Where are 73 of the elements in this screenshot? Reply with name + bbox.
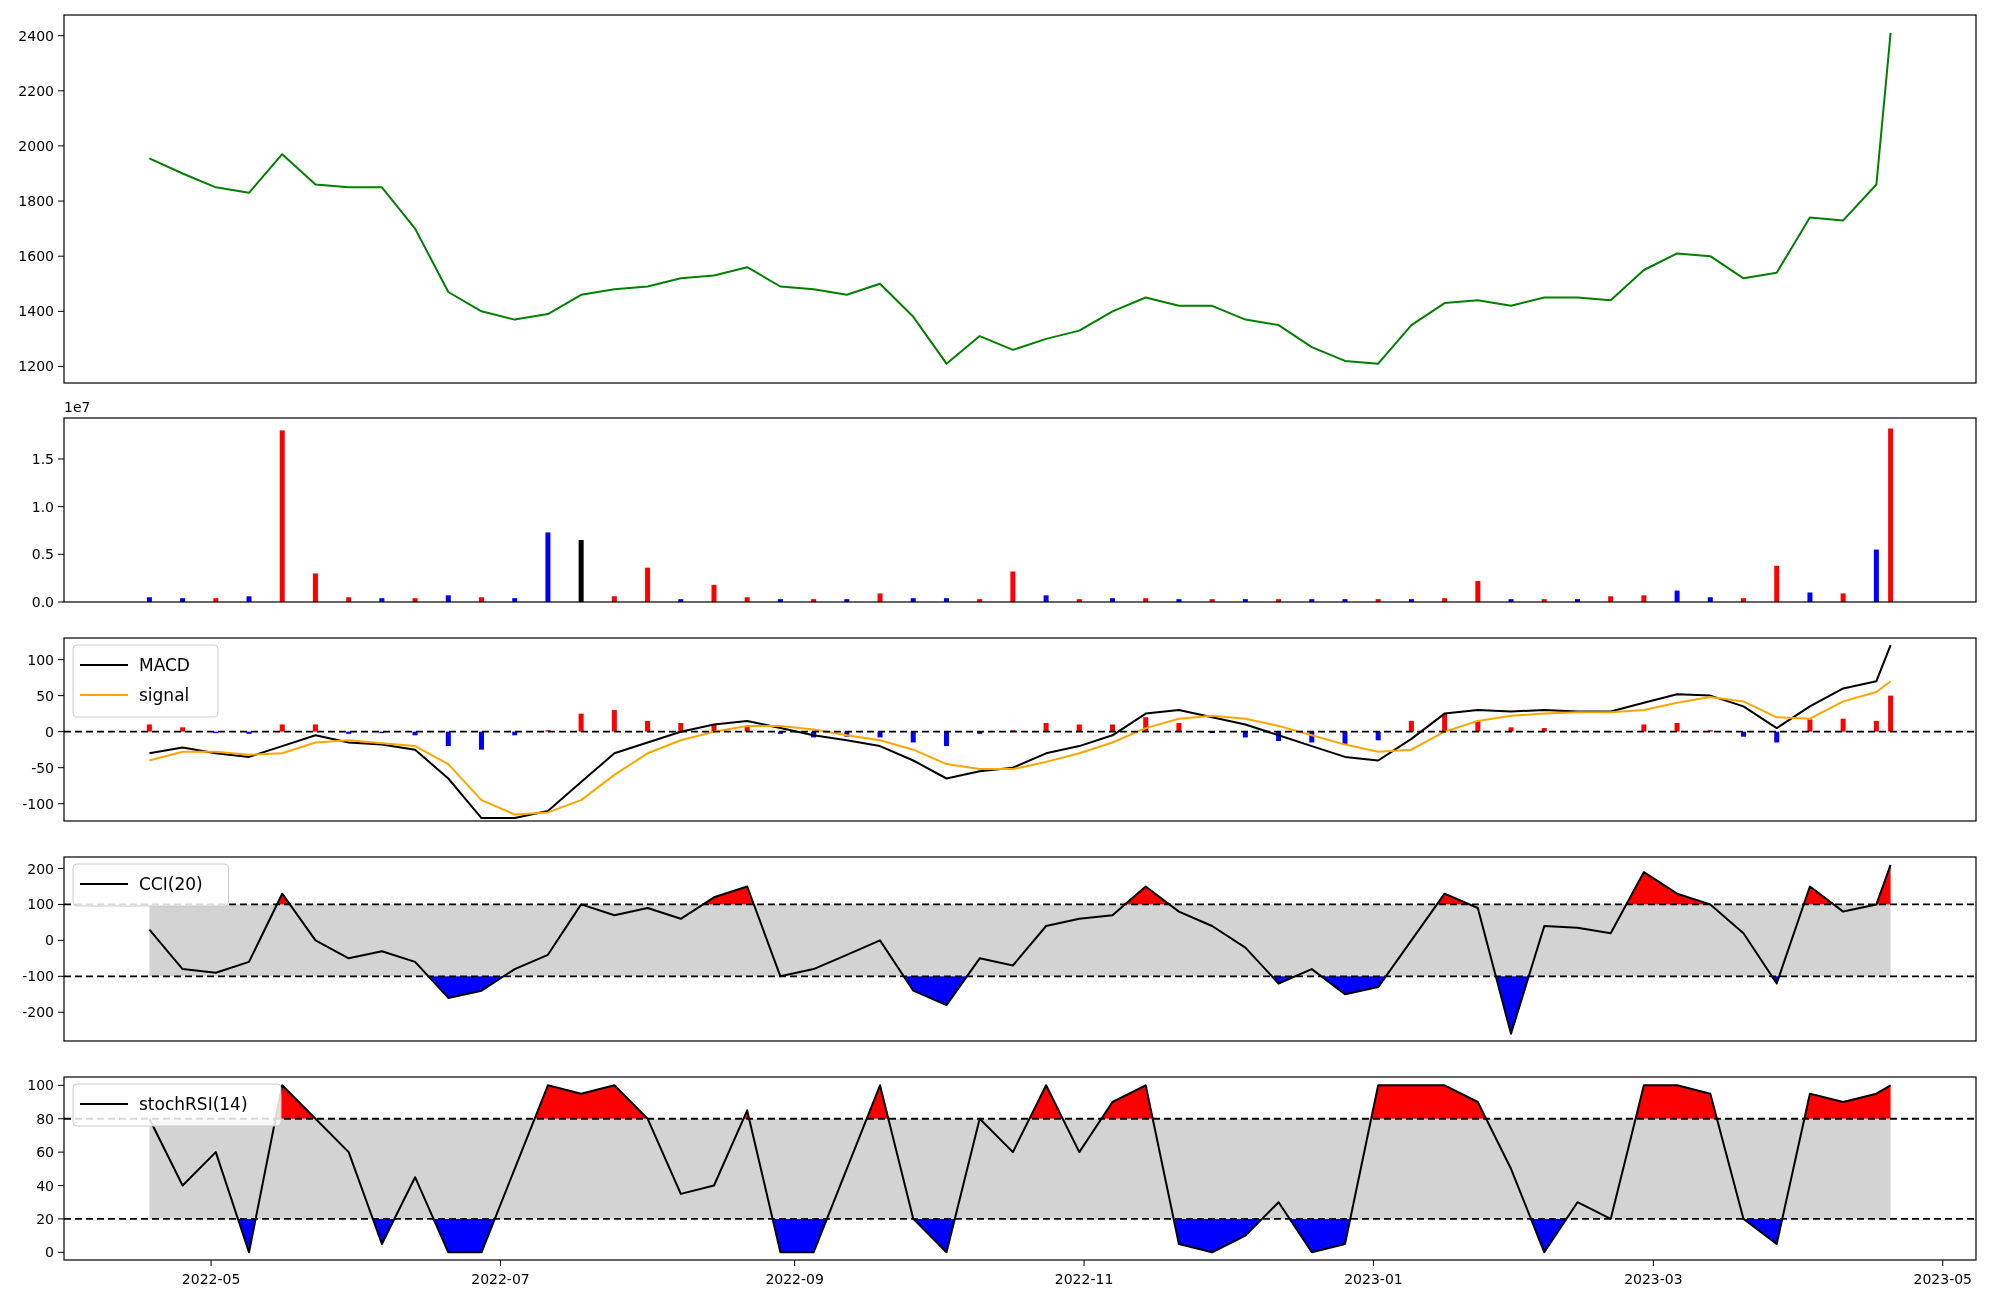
y-tick-label: 1.5 <box>31 450 54 467</box>
x-tick-label: 2022-07 <box>471 1271 530 1287</box>
axis-tick: 2022-05 <box>181 1259 241 1287</box>
axis-tick: 200 <box>27 860 65 877</box>
y-tick-label: -100 <box>22 795 54 812</box>
y-tick-label: 1200 <box>18 358 54 375</box>
y-tick-label: 1400 <box>18 303 54 320</box>
axis-tick: 2000 <box>18 137 65 154</box>
y-tick-label: 1800 <box>18 193 54 210</box>
y-tick-label: 40 <box>36 1177 54 1194</box>
axis-tick: 20 <box>36 1210 65 1227</box>
axis-tick: 2200 <box>18 82 65 99</box>
legend-label: signal <box>139 685 190 705</box>
axis-tick: 0.0 <box>31 594 65 610</box>
axis-tick: 2400 <box>18 27 65 44</box>
y-tick-label: 200 <box>27 860 54 877</box>
axis-tick: 1400 <box>18 303 65 320</box>
x-tick-label: 2023-05 <box>1913 1271 1973 1287</box>
y-tick-label: 50 <box>36 687 54 704</box>
y-tick-label: 0 <box>45 723 54 740</box>
axis-tick: -100 <box>22 968 65 985</box>
legend-label: stochRSI(14) <box>139 1094 248 1114</box>
y-tick-label: 0 <box>45 932 54 949</box>
axis-tick: 0 <box>45 723 65 740</box>
legend-label: MACD <box>139 655 190 675</box>
axis-tick: 2023-05 <box>1913 1259 1973 1287</box>
axis-tick: 2022-07 <box>471 1259 530 1287</box>
offset-label: 1e7 <box>64 400 91 415</box>
axis-tick: 100 <box>27 896 65 913</box>
y-tick-label: 2000 <box>18 137 54 154</box>
y-tick-label: -100 <box>22 968 54 985</box>
y-tick-label: 100 <box>27 1077 54 1094</box>
axis-tick: 100 <box>27 651 65 668</box>
axis-tick: 1.5 <box>31 451 65 467</box>
x-tick-label: 2022-05 <box>181 1271 241 1287</box>
axis-tick: 1200 <box>18 358 65 375</box>
y-tick-label: 2200 <box>18 82 54 99</box>
axis-tick: 1800 <box>18 193 65 210</box>
x-tick-label: 2023-03 <box>1624 1271 1683 1287</box>
y-tick-label: 0.0 <box>31 594 54 610</box>
axis-tick: 2022-09 <box>765 1259 824 1287</box>
y-tick-label: 1600 <box>18 248 54 265</box>
axis-tick: 50 <box>36 687 65 704</box>
axis-tick: -200 <box>22 1004 65 1021</box>
axis-tick: 80 <box>36 1110 65 1127</box>
y-tick-label: 1.0 <box>31 498 54 515</box>
axis-tick: -100 <box>22 795 65 812</box>
axis-tick: 2023-03 <box>1624 1259 1683 1287</box>
axis-tick: 100 <box>27 1077 65 1094</box>
y-tick-label: 80 <box>36 1110 54 1127</box>
y-tick-label: 100 <box>27 896 54 913</box>
axis-tick: -50 <box>31 759 65 776</box>
x-tick-label: 2023-01 <box>1344 1271 1403 1287</box>
axis-tick: 40 <box>36 1177 65 1194</box>
y-tick-label: 0.5 <box>31 546 54 563</box>
y-tick-label: 2400 <box>18 27 54 44</box>
legend-label: CCI(20) <box>139 874 203 894</box>
axis-tick: 0.5 <box>31 546 65 563</box>
axis-tick: 2023-01 <box>1344 1259 1403 1287</box>
axis-tick: 1600 <box>18 248 65 265</box>
axis-tick: 60 <box>36 1144 65 1161</box>
y-tick-label: 0 <box>45 1244 54 1261</box>
axis-tick: 0 <box>45 1244 65 1261</box>
y-tick-label: -50 <box>31 759 54 776</box>
axis-tick: 0 <box>45 932 65 949</box>
x-tick-label: 2022-09 <box>765 1271 824 1287</box>
y-tick-label: 60 <box>36 1144 54 1161</box>
y-tick-label: -200 <box>22 1004 54 1021</box>
y-tick-label: 100 <box>27 651 54 668</box>
y-tick-label: 20 <box>36 1210 54 1227</box>
axis-tick: 2022-11 <box>1054 1259 1114 1287</box>
x-tick-label: 2022-11 <box>1054 1271 1114 1287</box>
axis-tick: 1.0 <box>31 498 65 515</box>
